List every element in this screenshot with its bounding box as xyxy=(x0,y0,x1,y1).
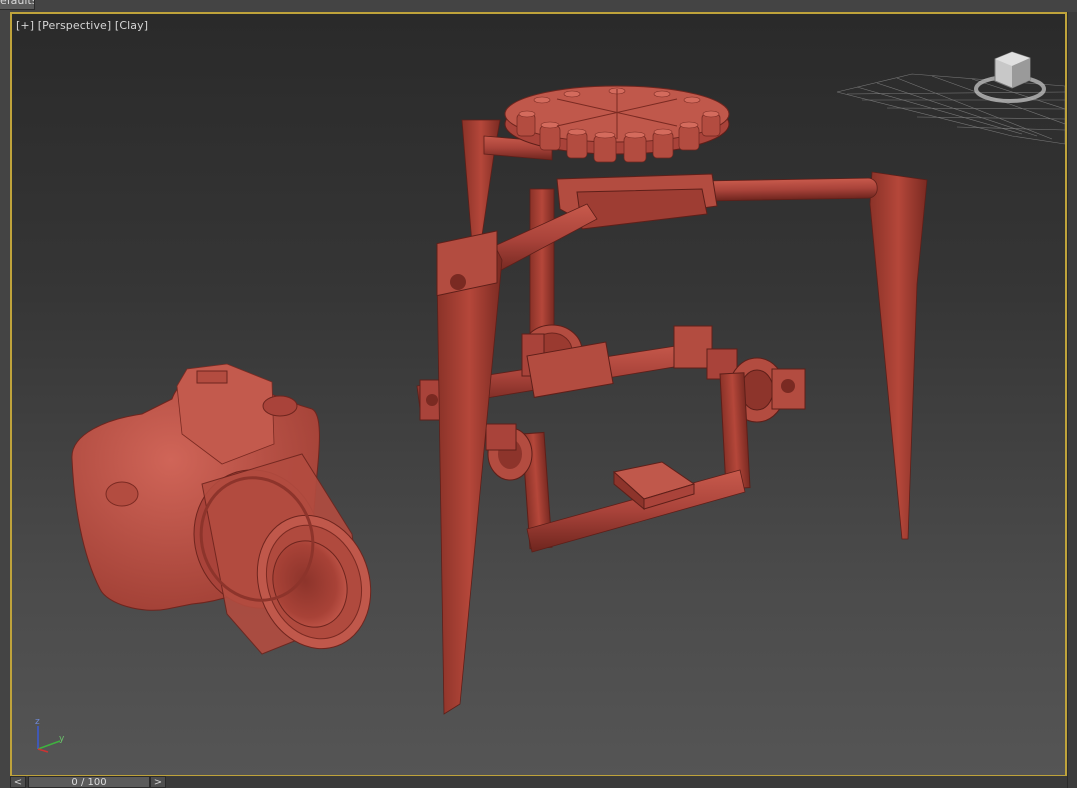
dslr-camera-model xyxy=(71,363,372,655)
viewcube-icon xyxy=(974,51,1046,103)
max-ui: efaults [+] [Perspective] [Clay] z y < 0… xyxy=(0,0,1077,788)
defaults-tab-label: efaults xyxy=(0,0,35,7)
axis-gizmo-icon: z y xyxy=(35,717,65,753)
perspective-viewport[interactable]: [+] [Perspective] [Clay] z y xyxy=(10,12,1067,777)
home-grid xyxy=(836,73,1065,145)
axis-y-label: y xyxy=(59,734,65,744)
command-panel-edge xyxy=(1067,12,1077,788)
time-slider-thumb[interactable]: 0 / 100 xyxy=(28,776,150,788)
axis-z-label: z xyxy=(35,717,40,727)
time-next-button[interactable]: > xyxy=(150,776,166,788)
time-prev-button[interactable]: < xyxy=(10,776,26,788)
lens-model xyxy=(193,453,372,655)
scene-render: z y xyxy=(35,51,1065,753)
time-slider[interactable]: < 0 / 100 > xyxy=(10,776,1067,788)
defaults-tab[interactable]: efaults xyxy=(0,0,35,10)
